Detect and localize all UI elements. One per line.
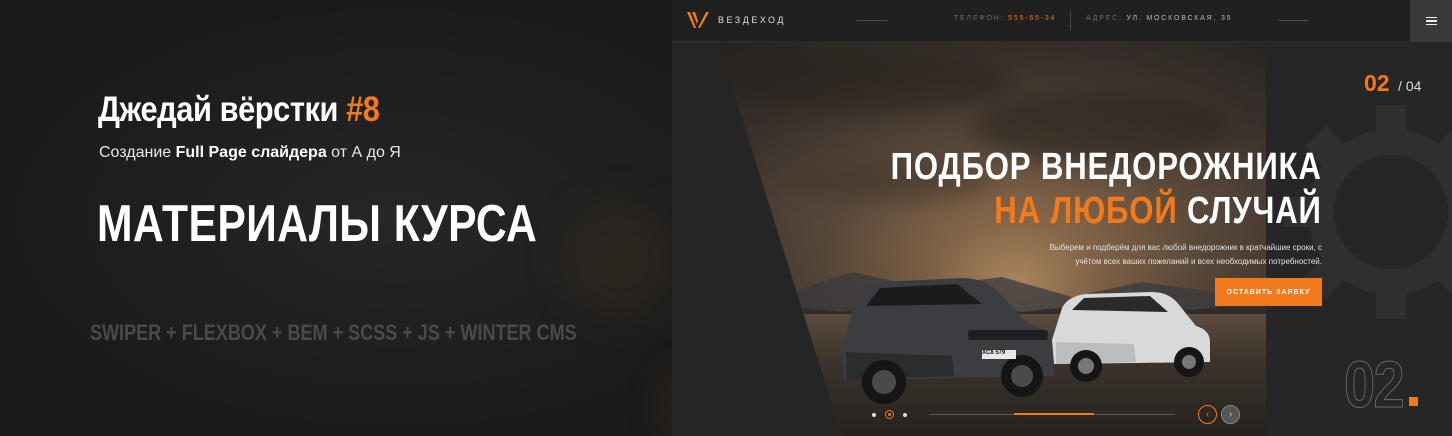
hero-title: ПОДБОР ВНЕДОРОЖНИКА НА ЛЮБОЙ СЛУЧАЙ <box>891 145 1322 233</box>
hamburger-icon[interactable] <box>1410 0 1452 42</box>
white-suv <box>1052 292 1210 382</box>
hero-image: XC8 579 <box>718 42 1266 436</box>
pagination-dot-2[interactable] <box>885 410 894 419</box>
promo-heading: МАТЕРИАЛЫ КУРСА <box>97 195 538 253</box>
hero-title-line1: ПОДБОР ВНЕДОРОЖНИКА <box>890 146 1322 188</box>
big-number-dot <box>1409 397 1418 406</box>
header-separator <box>1070 11 1071 31</box>
promo-tech-stack: SWIPER + FLEXBOX + BEM + SCSS + JS + WIN… <box>90 320 577 345</box>
pagination-dot-1[interactable] <box>872 412 876 417</box>
logo-text[interactable]: ВЕЗДЕХОД <box>718 15 786 25</box>
slide-counter: 02 / 04 <box>1364 70 1421 97</box>
cloud-shape <box>732 52 1012 112</box>
slide-total: / 04 <box>1398 78 1422 94</box>
license-plate: XC8 579 <box>982 350 1006 356</box>
hero-title-accent: НА ЛЮБОЙ <box>994 190 1178 232</box>
big-slide-number: 02 <box>1344 347 1406 422</box>
promo-panel: Джедай вёрстки #8 Создание Full Page сла… <box>0 0 750 436</box>
hero-title-rest: СЛУЧАЙ <box>1187 190 1322 232</box>
submit-request-button[interactable]: ОСТАВИТЬ ЗАЯВКУ <box>1215 278 1322 306</box>
promo-title-number: #8 <box>346 90 380 129</box>
next-arrow-button[interactable]: › <box>1221 405 1240 424</box>
header-divider <box>857 20 887 21</box>
promo-title-text: Джедай вёрстки <box>98 90 338 129</box>
slider-pagination <box>872 410 907 419</box>
hero-description: Выберем и подберём для вас любой внедоро… <box>1049 243 1322 266</box>
promo-title: Джедай вёрстки #8 <box>98 90 380 130</box>
slider-progress-fill <box>1014 413 1094 415</box>
header-divider <box>1278 20 1308 21</box>
promo-subtitle: Создание Full Page слайдера от А до Я <box>99 144 401 162</box>
slide-current: 02 <box>1364 70 1390 96</box>
pagination-dot-3[interactable] <box>903 412 907 417</box>
promo-subtitle-post: от А до Я <box>331 144 401 161</box>
promo-subtitle-pre: Создание <box>99 144 172 161</box>
site-header: ВЕЗДЕХОД ТЕЛЕФОН: 555-65-34 АДРЕС: УЛ. М… <box>672 0 1452 42</box>
ambient-glow <box>560 200 680 320</box>
phone-label: ТЕЛЕФОН: <box>954 15 1005 22</box>
site-preview: ВЕЗДЕХОД ТЕЛЕФОН: 555-65-34 АДРЕС: УЛ. М… <box>672 0 1452 436</box>
hero-title-line2: НА ЛЮБОЙ СЛУЧАЙ <box>891 189 1322 233</box>
dark-suv <box>842 278 1054 404</box>
address-contact: АДРЕС: УЛ. МОСКОВСКАЯ, 35 <box>1086 15 1232 22</box>
phone-value[interactable]: 555-65-34 <box>1008 15 1056 22</box>
logo-icon[interactable] <box>686 10 710 30</box>
prev-arrow-button[interactable]: ‹ <box>1198 405 1217 424</box>
phone-contact[interactable]: ТЕЛЕФОН: 555-65-34 <box>954 15 1056 22</box>
address-label: АДРЕС: <box>1086 15 1123 22</box>
address-value: УЛ. МОСКОВСКАЯ, 35 <box>1126 15 1233 22</box>
promo-subtitle-bold: Full Page слайдера <box>175 144 327 161</box>
